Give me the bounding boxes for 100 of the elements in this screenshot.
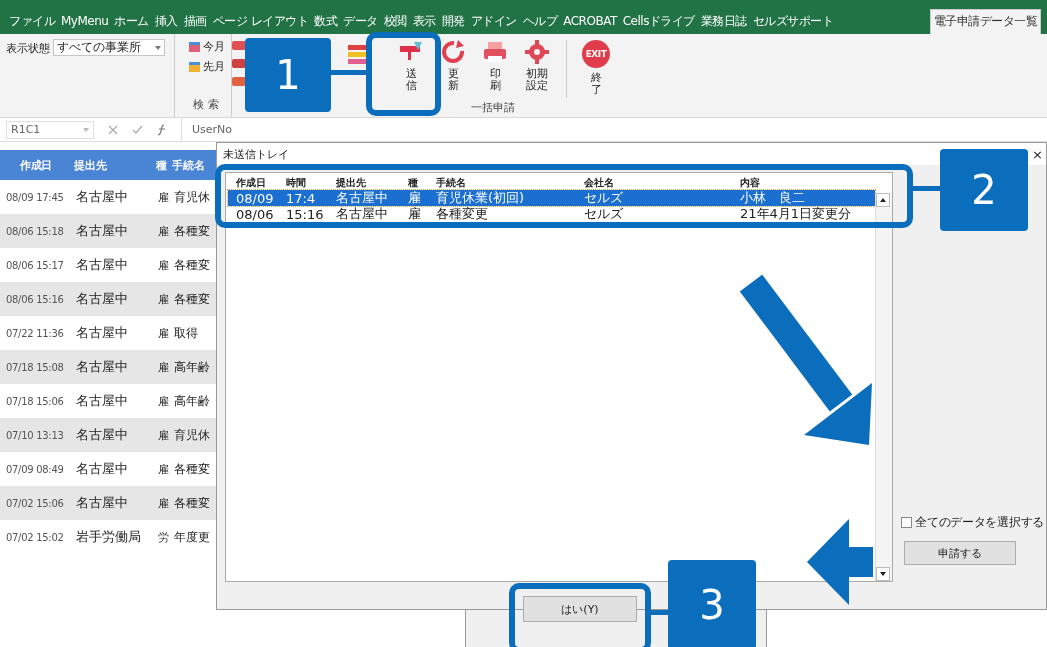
close-button[interactable]: ×	[1032, 146, 1043, 162]
table-cell: 各種変	[174, 494, 210, 512]
ribbon-tab[interactable]: MyMenu	[58, 10, 112, 34]
table-cell: 高年齢	[174, 392, 210, 410]
table-cell-text: 名古屋中	[76, 290, 129, 308]
table-cell-text: 名古屋中	[76, 494, 129, 512]
table-cell: 各種変	[174, 290, 210, 308]
table-cell-text: 名古屋中	[76, 256, 129, 274]
table-cell-text: 07/02 15:06	[5, 497, 65, 509]
column-header: 提出先	[336, 176, 367, 190]
name-box[interactable]: R1C1	[6, 120, 94, 139]
ribbon-tab[interactable]: ヘルプ	[519, 10, 561, 34]
display-label: 表示状態	[6, 41, 50, 56]
table-cell-text: 雇	[158, 393, 170, 409]
table-cell-text: 雇	[158, 461, 170, 477]
table-cell: 育児休	[174, 426, 210, 444]
table-cell-text: 雇	[158, 223, 170, 239]
table-row[interactable]: 08/06 15:18 名古屋中 雇 各種変	[0, 214, 216, 248]
callout-number: 2	[940, 149, 1028, 231]
ribbon-tab[interactable]: データ	[340, 10, 381, 34]
table-cell-text: 08/06 15:18	[5, 225, 65, 237]
table-cell-text: 07/18 15:06	[5, 395, 65, 407]
search-button[interactable]: 今月	[189, 39, 231, 54]
ribbon-button[interactable]: 送信	[394, 40, 428, 100]
column-header: 手続名	[436, 176, 467, 190]
table-cell-text: 08/06 15:17	[5, 259, 65, 271]
ribbon-button[interactable]: 初期設定	[520, 40, 554, 100]
ribbon-tab[interactable]: 描画	[180, 10, 210, 34]
formula-field[interactable]: UserNo	[181, 117, 1047, 142]
table-cell-text: 07/10 13:13	[5, 429, 65, 441]
ribbon-tab[interactable]: 校閲	[380, 10, 410, 34]
ribbon-tab[interactable]: Cellsドライブ	[619, 10, 698, 34]
column-header: 内容	[740, 176, 761, 190]
table-cell: 各種変	[174, 460, 210, 478]
column-header: 種	[156, 157, 168, 173]
ribbon-tab[interactable]: 電子申請データ一覧	[929, 9, 1041, 34]
ribbon-tab[interactable]: 業務日誌	[697, 10, 750, 34]
ribbon-tab[interactable]: ファイル	[6, 10, 58, 34]
column-header: 提出先	[74, 157, 108, 173]
list-row[interactable]: 08/09 17:4 名古屋中 雇 育児休業(初回) セルズ 小林 良二	[228, 190, 875, 206]
column-header: 種	[408, 176, 419, 190]
table-cell-text: 07/02 15:02	[5, 531, 65, 543]
table-cell: 育児休	[174, 188, 210, 206]
table-cell-text: 雇	[158, 257, 170, 273]
column-header: 作成日	[235, 176, 267, 190]
table-cell-text: 雇	[158, 325, 170, 341]
table-cell: 各種変	[174, 222, 210, 240]
search-button[interactable]: 先月	[189, 59, 231, 74]
ribbon-tab[interactable]: 数式	[311, 10, 341, 34]
exit-icon: EXIT	[582, 40, 610, 68]
table-cell-text: 07/22 11:36	[5, 327, 65, 339]
yes-button[interactable]: はい(Y)	[523, 596, 637, 622]
display-dropdown[interactable]: すべての事業所	[53, 39, 165, 56]
group-label: 一括申請	[469, 100, 516, 115]
table-cell-text: 名古屋中	[76, 324, 129, 342]
list-row[interactable]: 08/06 15:16 名古屋中 雇 各種変更 セルズ 21年4月1日変更分	[228, 206, 875, 222]
table-cell-text: 名古屋中	[76, 188, 129, 206]
table-cell: 各種変	[174, 256, 210, 274]
ribbon-button[interactable]: 更新	[436, 40, 470, 100]
ribbon-tab[interactable]: ACROBAT	[560, 10, 620, 34]
table-cell: 取得	[174, 324, 198, 342]
table-cell-text: 岩手労働局	[76, 528, 142, 546]
column-header: 作成日	[19, 157, 54, 173]
ribbon-tab[interactable]: 表示	[409, 10, 439, 34]
table-cell-text: 雇	[158, 291, 170, 307]
ribbon-tab[interactable]: 開発	[438, 10, 468, 34]
callout-number: 1	[245, 38, 331, 112]
table-cell-text: 名古屋中	[76, 222, 129, 240]
table-row[interactable]: 07/18 15:08 名古屋中 雇 高年齢	[0, 350, 216, 384]
table-cell-text: 雇	[158, 427, 170, 443]
ribbon-button[interactable]: 印刷	[478, 40, 512, 100]
table-row[interactable]: 08/06 15:16 名古屋中 雇 各種変	[0, 282, 216, 316]
ribbon-tab[interactable]: アドイン	[467, 10, 520, 34]
table-cell-text: 名古屋中	[76, 392, 129, 410]
table-cell-text: 雇	[158, 495, 170, 511]
table-cell-text: 労	[158, 529, 170, 545]
table-cell-text: 名古屋中	[76, 426, 129, 444]
table-cell: 年度更	[174, 528, 210, 546]
table-cell: 高年齢	[174, 358, 210, 376]
apply-button[interactable]: 申請する	[904, 541, 1016, 565]
column-header: 会社名	[584, 176, 615, 190]
column-header: 時間	[286, 176, 307, 190]
table-cell-text: 08/09 17:45	[5, 191, 65, 203]
ribbon-tab[interactable]: ホーム	[111, 10, 152, 34]
table-cell-text: 雇	[158, 359, 170, 375]
table-cell-text: 名古屋中	[76, 358, 129, 376]
callout-number: 3	[668, 560, 756, 647]
table-cell-text: 07/09 08:49	[5, 463, 65, 475]
table-row[interactable]: 07/10 13:13 名古屋中 雇 育児休	[0, 418, 216, 452]
ribbon-button[interactable]: EXIT 終了	[579, 40, 613, 100]
table-row[interactable]: 07/02 15:06 名古屋中 雇 各種変	[0, 486, 216, 520]
table-cell-text: 07/18 15:08	[5, 361, 65, 373]
group-label: 検 索	[192, 97, 220, 112]
ribbon-tab[interactable]: セルズサポート	[749, 10, 837, 34]
table-cell-text: 雇	[158, 189, 170, 205]
ribbon-tab[interactable]: 挿入	[151, 10, 181, 34]
table-cell-text: 08/06 15:16	[5, 293, 65, 305]
dialog-title: 未送信トレイ	[223, 146, 289, 162]
ribbon-tab[interactable]: ページ レイアウト	[209, 10, 312, 34]
column-header: 手続名	[172, 157, 205, 173]
